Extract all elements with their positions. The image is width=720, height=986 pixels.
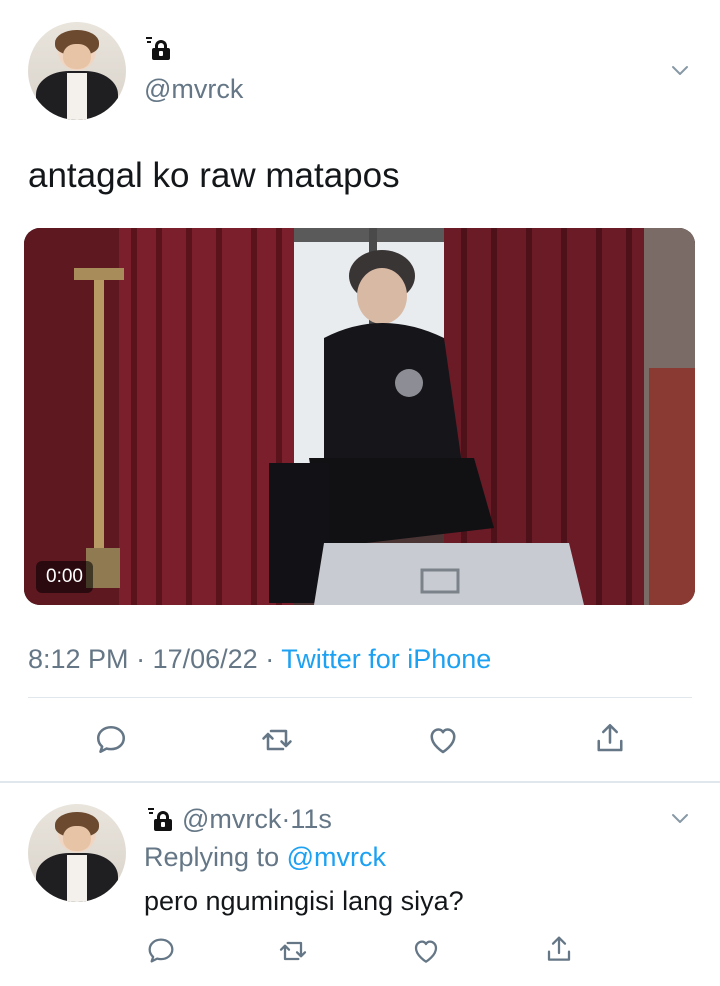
reply-header: @mvrck·11s — [144, 804, 332, 835]
chevron-down-icon[interactable] — [670, 808, 690, 828]
chevron-down-icon[interactable] — [670, 60, 690, 80]
tweet-time: 8:12 PM — [28, 644, 129, 674]
section-divider — [0, 781, 720, 783]
tweet-video[interactable]: 0:00 — [24, 228, 695, 605]
tweet-text: antagal ko raw matapos — [28, 156, 400, 195]
video-time-badge: 0:00 — [36, 561, 93, 593]
meta-divider — [28, 697, 692, 698]
replying-to: Replying to @mvrck — [144, 842, 386, 873]
main-handle[interactable]: @mvrck — [144, 74, 243, 105]
reply-text: pero ngumingisi lang siya? — [144, 886, 464, 916]
protected-lock-icon — [148, 807, 172, 831]
reply-icon[interactable] — [93, 722, 129, 758]
heart-icon[interactable] — [425, 722, 461, 758]
reply-icon[interactable] — [145, 935, 177, 967]
tweet-date: 17/06/22 — [152, 644, 258, 674]
share-icon[interactable] — [543, 933, 575, 965]
share-icon[interactable] — [592, 720, 628, 756]
video-frame-illustration — [24, 228, 695, 605]
reply-handle[interactable]: @mvrck — [182, 804, 281, 834]
replying-to-link[interactable]: @mvrck — [287, 842, 386, 872]
reply-avatar[interactable] — [28, 804, 126, 902]
main-avatar[interactable] — [28, 22, 126, 120]
meta-separator: · — [136, 644, 146, 674]
meta-separator: · — [265, 644, 275, 674]
protected-lock-icon — [146, 37, 170, 60]
heart-icon[interactable] — [410, 935, 442, 967]
retweet-icon[interactable] — [259, 722, 295, 758]
replying-label: Replying to — [144, 842, 280, 872]
reply-time[interactable]: 11s — [290, 804, 332, 834]
retweet-icon[interactable] — [277, 935, 309, 967]
tweet-source-link[interactable]: Twitter for iPhone — [281, 644, 491, 674]
tweet-meta: 8:12 PM · 17/06/22 · Twitter for iPhone — [28, 644, 491, 675]
